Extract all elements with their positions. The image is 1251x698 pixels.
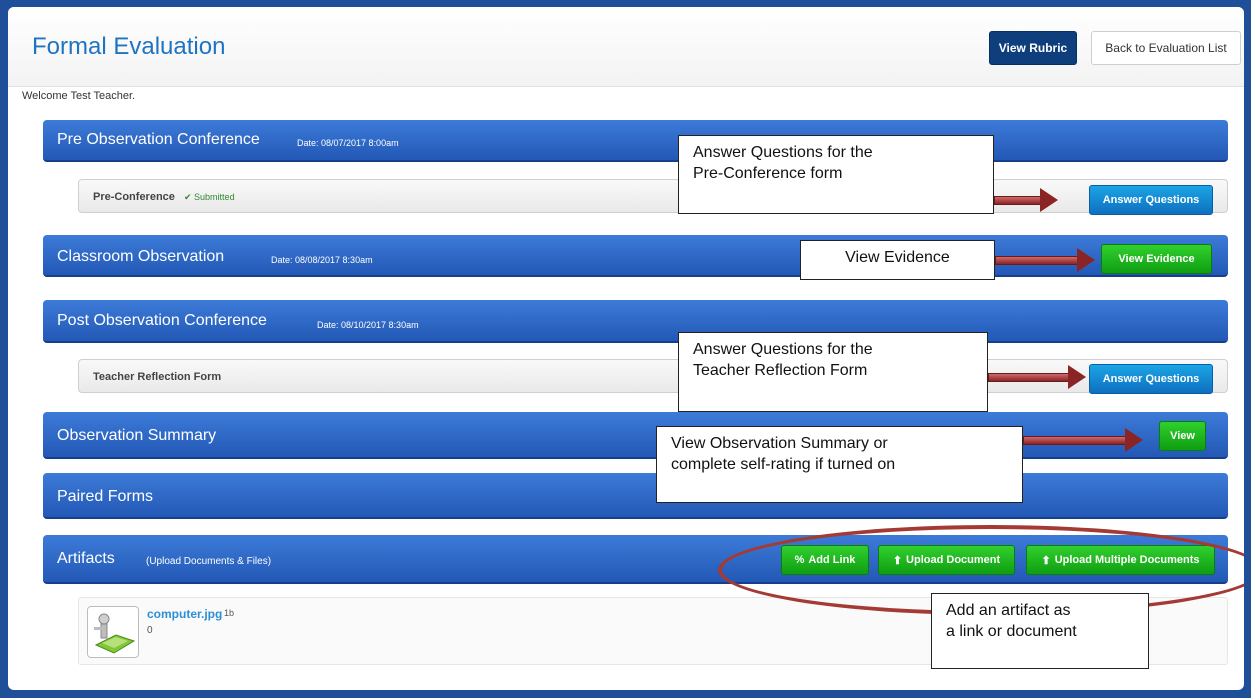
section-paired-forms[interactable]: Paired Forms [43, 473, 1228, 519]
section-title: Post Observation Conference [57, 312, 267, 329]
callout-artifacts: Add an artifact as a link or document [931, 593, 1149, 669]
section-title: Classroom Observation [57, 248, 225, 265]
view-evidence-button[interactable]: View Evidence [1101, 244, 1212, 274]
answer-questions-button[interactable]: Answer Questions [1089, 364, 1213, 394]
artifact-file-size: 1b [224, 608, 235, 618]
section-date: Date: 08/10/2017 8:30am [317, 320, 419, 330]
form-label: Pre-Conference [93, 191, 175, 203]
section-title: Artifacts [57, 550, 115, 567]
form-label: Teacher Reflection Form [93, 371, 222, 383]
page-title: Formal Evaluation [32, 33, 226, 60]
welcome-message: Welcome Test Teacher. [22, 90, 136, 102]
page-header: Formal Evaluation View Rubric Back to Ev… [8, 7, 1244, 87]
view-rubric-button[interactable]: View Rubric [989, 31, 1077, 65]
callout-arrow [988, 365, 1086, 389]
section-date: Date: 08/08/2017 8:30am [271, 255, 373, 265]
submitted-badge: ✔ Submitted [183, 192, 235, 202]
artifact-file-count: 0 [147, 625, 153, 636]
callout-arrow [995, 248, 1095, 272]
checkmark-icon: ✔ [183, 192, 192, 202]
view-summary-button[interactable]: View [1159, 421, 1206, 451]
section-pre-observation[interactable]: Pre Observation Conference Date: 08/07/2… [43, 120, 1228, 162]
answer-questions-button[interactable]: Answer Questions [1089, 185, 1213, 215]
section-date: Date: 08/07/2017 8:00am [297, 138, 399, 148]
callout-view-evidence: View Evidence [800, 240, 995, 280]
evaluation-window: Formal Evaluation View Rubric Back to Ev… [8, 7, 1244, 690]
artifact-thumbnail[interactable] [87, 606, 139, 658]
callout-pre-conference: Answer Questions for the Pre-Conference … [678, 135, 994, 214]
artifact-file-link[interactable]: computer.jpg [147, 607, 222, 621]
section-subtitle: (Upload Documents & Files) [146, 556, 272, 567]
back-to-list-button[interactable]: Back to Evaluation List [1091, 31, 1241, 65]
section-title: Pre Observation Conference [57, 131, 260, 148]
callout-arrow [994, 188, 1058, 212]
section-post-observation[interactable]: Post Observation Conference Date: 08/10/… [43, 300, 1228, 343]
callout-reflection: Answer Questions for the Teacher Reflect… [678, 332, 988, 412]
section-title: Paired Forms [57, 488, 154, 505]
callout-arrow [1023, 428, 1143, 452]
callout-observation-summary: View Observation Summary or complete sel… [656, 426, 1023, 503]
section-title: Observation Summary [57, 427, 217, 444]
